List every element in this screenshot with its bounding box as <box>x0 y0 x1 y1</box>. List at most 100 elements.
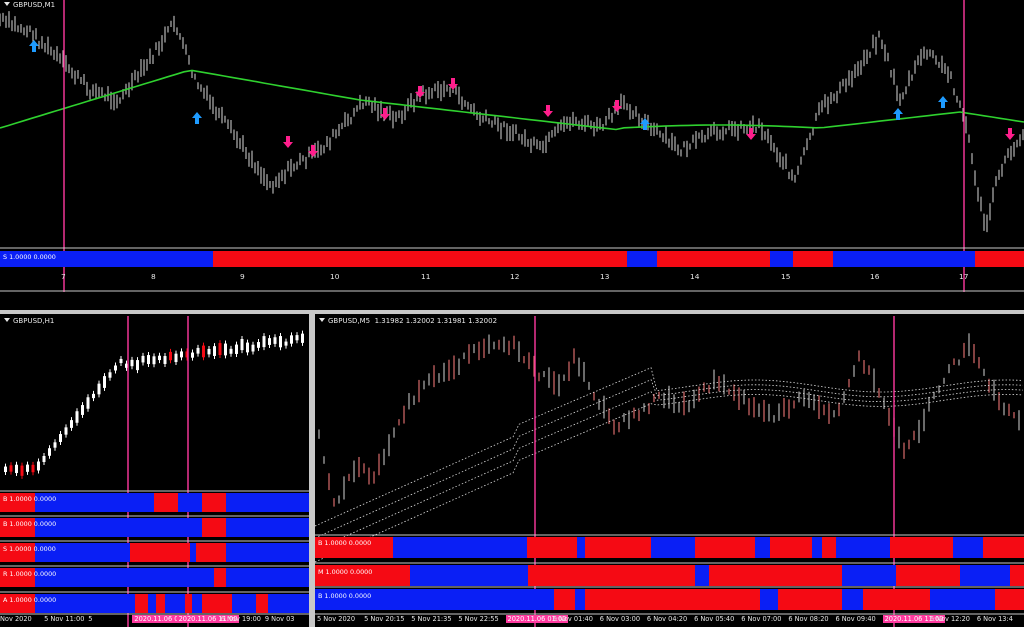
h1-candle-body <box>196 347 200 354</box>
signal-state-segment <box>185 594 192 613</box>
signal-state-segment <box>842 565 896 586</box>
window-title-h1: GBPUSD,H1 <box>4 317 54 325</box>
chart-window-m1[interactable]: GBPUSD,M1 S 1.0000 0.0000 7 8 9 10 11 12 13 14 1… <box>0 0 1024 292</box>
h1-indicator-label-4: R 1.0000 0.0000 <box>3 570 57 578</box>
signal-state-segment <box>202 493 226 512</box>
h1-candle-body <box>174 353 178 363</box>
window-menu-icon[interactable] <box>319 318 325 322</box>
h1-indicator-label-3: S 1.0000 0.0000 <box>3 545 56 553</box>
h1-price-chart[interactable] <box>0 316 309 627</box>
time-axis-label: 5 Nov 11:00 <box>44 615 85 623</box>
h1-indicator-label-2: B 1.0000 0.0000 <box>3 520 57 528</box>
m1-price-chart[interactable] <box>0 0 1024 292</box>
h1-candle-body <box>284 341 288 346</box>
time-axis-label: 5 Nov 2020 <box>317 615 356 623</box>
h1-candle-body <box>202 345 205 358</box>
signal-state-segment <box>930 589 995 610</box>
h1-candle-body <box>114 365 117 371</box>
h1-candle-body <box>75 411 79 423</box>
m5-indicator-label-3: B 1.0000 0.0000 <box>318 592 372 600</box>
h1-candle-body <box>279 336 282 348</box>
h1-candle-body <box>158 355 161 361</box>
signal-state-segment <box>196 543 226 562</box>
signal-state-segment <box>627 251 657 267</box>
bar-number-label: 7 <box>61 272 66 281</box>
signal-state-segment <box>190 543 196 562</box>
signal-state-segment <box>695 565 709 586</box>
h1-candle-body <box>136 360 139 371</box>
h1-candle-body <box>262 336 266 348</box>
h1-candle-body <box>235 344 238 354</box>
h1-candle-body <box>169 351 172 361</box>
time-axis-label: 9 Nov 03 <box>264 615 295 623</box>
time-axis-label: 6 Nov 05:40 <box>694 615 735 623</box>
signal-state-segment <box>585 537 651 558</box>
signal-state-segment <box>202 594 232 613</box>
signal-state-segment <box>156 594 165 613</box>
signal-state-segment <box>778 589 842 610</box>
h1-candle-body <box>70 420 73 428</box>
time-axis-label: 5 Nov 22:55 <box>458 615 499 623</box>
h1-candle-body <box>53 442 57 448</box>
window-menu-icon[interactable] <box>4 318 10 322</box>
ohlc-readout: 1.31982 1.32002 1.31981 1.32002 <box>374 317 498 325</box>
h1-candle-body <box>97 383 101 395</box>
time-axis-label: 6 Nov 03:00 <box>599 615 641 623</box>
bar-number-label: 15 <box>781 272 791 281</box>
h1-candle-body <box>301 333 304 343</box>
h1-candle-body <box>240 339 244 351</box>
window-title-text: GBPUSD,H1 <box>13 317 55 325</box>
h1-candle-body <box>20 465 24 476</box>
h1-indicator-label-5: A 1.0000 0.0000 <box>3 596 57 604</box>
time-axis-label: 6 Nov 12:20 <box>929 615 970 623</box>
h1-candle-body <box>246 342 249 353</box>
window-title-text: GBPUSD,M1 <box>13 1 56 9</box>
time-axis-label: 6 Nov 01:40 <box>552 615 593 623</box>
signal-state-segment <box>135 594 148 613</box>
h1-candle-body <box>191 352 194 358</box>
bar-number-label: 11 <box>421 272 431 281</box>
h1-candle-body <box>15 464 18 474</box>
h1-candle-body <box>48 448 51 456</box>
h1-candle-body <box>147 355 150 365</box>
h1-candle-body <box>4 466 7 473</box>
signal-state-segment <box>527 537 577 558</box>
h1-candle-body <box>290 335 293 344</box>
m5-price-chart[interactable] <box>315 316 1024 627</box>
signal-state-segment <box>975 251 1024 267</box>
h1-candle-body <box>81 405 84 415</box>
h1-candle-body <box>218 343 222 355</box>
signal-state-segment <box>528 565 695 586</box>
signal-state-segment <box>833 251 975 267</box>
window-title-m1: GBPUSD,M1 <box>4 1 55 9</box>
ichimoku-cloud-line <box>315 389 1024 551</box>
signal-state-segment <box>232 594 256 613</box>
time-axis-label: 5 <box>88 615 93 623</box>
chart-window-h1[interactable]: GBPUSD,H1 B 1.0000 0.0000 B 1.0000 0.000… <box>0 316 309 627</box>
h1-candle-body <box>31 464 35 473</box>
bar-number-label: 10 <box>330 272 340 281</box>
signal-state-segment <box>130 543 190 562</box>
h1-candle-body <box>273 337 277 344</box>
signal-state-segment <box>213 251 627 267</box>
h1-candle-body <box>59 434 62 442</box>
bar-number-label: 8 <box>151 272 156 281</box>
time-axis-label: 6 Nov 19:00 <box>220 615 261 623</box>
window-menu-icon[interactable] <box>4 2 10 6</box>
h1-candle-body <box>64 427 68 435</box>
signal-state-segment <box>192 594 202 613</box>
h1-candle-body <box>108 372 112 378</box>
h1-time-axis: Nov 2020 5 Nov 11:00 5 2020.11.06 01:00 2020… <box>0 615 309 625</box>
m5-time-axis: 5 Nov 2020 5 Nov 20:15 5 Nov 21:35 5 Nov 22… <box>315 615 1024 625</box>
bar-number-label: 17 <box>959 272 969 281</box>
moving-average-line <box>0 69 1024 131</box>
horizontal-window-separator[interactable] <box>0 310 1024 314</box>
time-axis-label: 6 Nov 09:40 <box>835 615 876 623</box>
signal-state-segment <box>268 594 309 613</box>
signal-state-segment <box>836 537 890 558</box>
signal-state-segment <box>154 493 178 512</box>
h1-candle-body <box>119 358 123 364</box>
chart-window-m5[interactable]: GBPUSD,M5 1.31982 1.32002 1.31981 1.3200… <box>315 316 1024 627</box>
time-axis-label: 5 Nov 21:35 <box>411 615 452 623</box>
signal-state-segment <box>983 537 1024 558</box>
